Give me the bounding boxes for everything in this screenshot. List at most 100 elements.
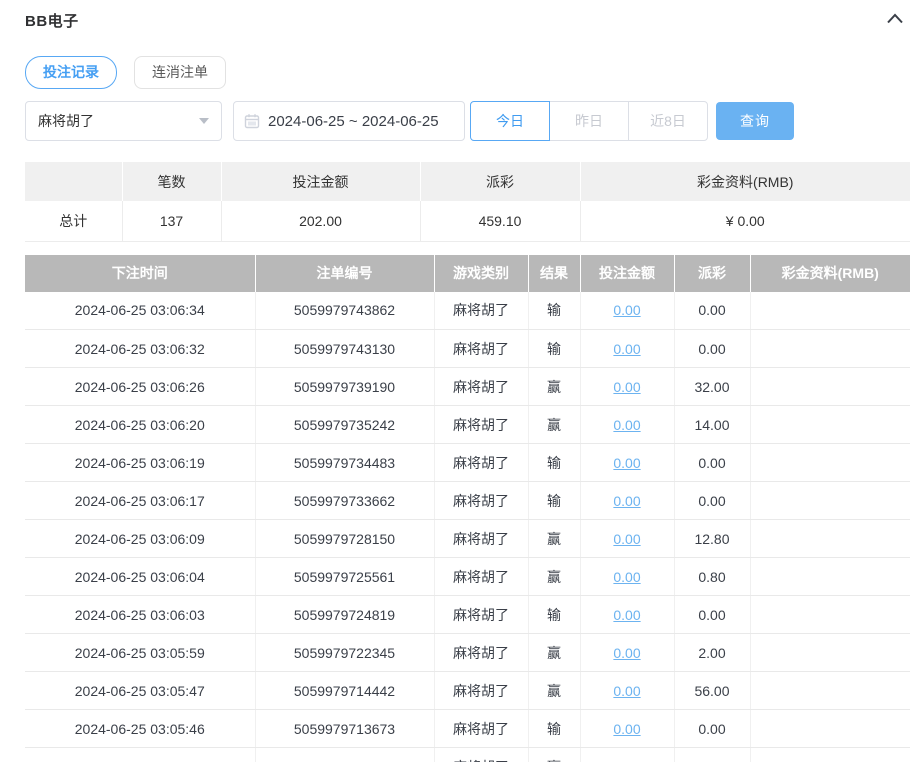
cell-game: 麻将胡了 xyxy=(434,405,529,444)
cell-time: 2024-06-25 03:06:32 xyxy=(25,329,256,368)
tab-cancelled-orders[interactable]: 连消注单 xyxy=(134,56,226,89)
cell-time: 2024-06-25 03:06:19 xyxy=(25,443,256,482)
range-yesterday-button[interactable]: 昨日 xyxy=(549,101,629,141)
table-row: 2024-06-25 03:06:17 5059979733662 麻将胡了 输… xyxy=(25,481,910,520)
cell-order-no: 5059979735242 xyxy=(255,405,435,444)
summary-total-label: 总计 xyxy=(25,201,123,242)
table-row: 2024-06-25 03:05:59 5059979722345 麻将胡了 赢… xyxy=(25,633,910,672)
cell-payout: 0.80 xyxy=(674,557,751,596)
bet-amount-link[interactable]: 0.00 xyxy=(613,569,640,585)
cell-order-no: 5059979734483 xyxy=(255,443,435,482)
range-today-button[interactable]: 今日 xyxy=(470,101,550,141)
cell-payout: 0.00 xyxy=(674,481,751,520)
cell-time: 2024-06-25 03:05:46 xyxy=(25,709,256,748)
bet-amount-link[interactable]: 0.00 xyxy=(613,531,640,547)
cell-order-no: 5059979714442 xyxy=(255,671,435,710)
records-header-game: 游戏类别 xyxy=(434,254,529,292)
cell-game: 麻将胡了 xyxy=(434,519,529,558)
records-header-time: 下注时间 xyxy=(25,254,256,292)
cell-game: 麻将胡了 xyxy=(434,557,529,596)
cell-jackpot xyxy=(750,481,910,520)
bet-amount-link[interactable]: 0.00 xyxy=(613,493,640,509)
cell-payout: 14.00 xyxy=(674,405,751,444)
cell-game: 麻将胡了 xyxy=(434,595,529,634)
date-range-input[interactable]: 2024-06-25 ~ 2024-06-25 xyxy=(233,101,465,141)
cell-order-no: 5059979713673 xyxy=(255,709,435,748)
bet-amount-link[interactable]: 0.00 xyxy=(613,341,640,357)
cell-game: 麻将胡了 xyxy=(434,709,529,748)
cell-payout: 0.00 xyxy=(674,709,751,748)
table-row: 2024-06-25 03:06:03 5059979724819 麻将胡了 输… xyxy=(25,595,910,634)
summary-header-row: 笔数 投注金额 派彩 彩金资料(RMB) xyxy=(25,162,910,201)
panel-title: BB电子 xyxy=(25,13,79,30)
cell-game: 麻将胡了 xyxy=(434,633,529,672)
cell-time: 2024-06-25 03:06:09 xyxy=(25,519,256,558)
tab-bet-records[interactable]: 投注记录 xyxy=(25,56,117,89)
cell-game: 麻将胡了 xyxy=(434,481,529,520)
cell-time: 2024-06-25 03:05:59 xyxy=(25,633,256,672)
range-last8days-button[interactable]: 近8日 xyxy=(628,101,708,141)
cell-time: 2024-06-25 03:06:03 xyxy=(25,595,256,634)
bet-amount-link[interactable]: 0.00 xyxy=(613,302,640,318)
records-header-jackpot: 彩金资料(RMB) xyxy=(750,254,910,292)
cell-result: 输 xyxy=(528,481,581,520)
cell-time: 2024-06-25 03:06:17 xyxy=(25,481,256,520)
summary-table: 笔数 投注金额 派彩 彩金资料(RMB) 总计 137 202.00 459.1… xyxy=(25,162,910,242)
cell-time: 2024-06-25 03:06:34 xyxy=(25,291,256,330)
bet-amount-link[interactable]: 0.00 xyxy=(613,417,640,433)
cell-payout: 56.00 xyxy=(674,671,751,710)
cell-order-no: 5059979743130 xyxy=(255,329,435,368)
cell-game: 麻将胡了 xyxy=(434,291,529,330)
bet-amount-link[interactable]: 0.00 xyxy=(613,607,640,623)
panel-header: BB电子 xyxy=(0,0,918,32)
cell-payout: 12.80 xyxy=(674,519,751,558)
records-header-payout: 派彩 xyxy=(674,254,751,292)
cell-order-no: 5059979725561 xyxy=(255,557,435,596)
cell-time: 2024-06-25 03:05:37 xyxy=(25,747,256,762)
table-row: 2024-06-25 03:06:19 5059979734483 麻将胡了 输… xyxy=(25,443,910,482)
cell-result: 赢 xyxy=(528,747,581,762)
cell-payout: 0.00 xyxy=(674,291,751,330)
cell-order-no: 5059979733662 xyxy=(255,481,435,520)
cell-result: 输 xyxy=(528,595,581,634)
cell-game: 麻将胡了 xyxy=(434,671,529,710)
records-header-bet: 投注金额 xyxy=(580,254,675,292)
cell-jackpot xyxy=(750,405,910,444)
cell-payout: 2.00 xyxy=(674,633,751,672)
cell-result: 赢 xyxy=(528,557,581,596)
bet-amount-link[interactable]: 0.00 xyxy=(613,645,640,661)
cell-result: 输 xyxy=(528,329,581,368)
table-row: 2024-06-25 03:06:09 5059979728150 麻将胡了 赢… xyxy=(25,519,910,558)
cell-result: 输 xyxy=(528,709,581,748)
summary-header-count: 笔数 xyxy=(122,162,222,201)
bet-amount-link[interactable]: 0.00 xyxy=(613,379,640,395)
cell-result: 赢 xyxy=(528,671,581,710)
table-row: 2024-06-25 03:06:34 5059979743862 麻将胡了 输… xyxy=(25,291,910,330)
cell-order-no: 5059979708152 xyxy=(255,747,435,762)
cell-time: 2024-06-25 03:05:47 xyxy=(25,671,256,710)
game-select[interactable]: 麻将胡了 xyxy=(25,101,222,141)
summary-total-bet-amount: 202.00 xyxy=(221,201,421,242)
bet-amount-link[interactable]: 0.00 xyxy=(613,759,640,762)
summary-header-payout: 派彩 xyxy=(420,162,581,201)
cell-jackpot xyxy=(750,557,910,596)
bet-amount-link[interactable]: 0.00 xyxy=(613,721,640,737)
filter-bar: 麻将胡了 2024-06-25 ~ 2024-06-25 今日 昨日 近8日 查… xyxy=(0,89,918,141)
summary-total-count: 137 xyxy=(122,201,222,242)
table-row: 2024-06-25 03:05:46 5059979713673 麻将胡了 输… xyxy=(25,709,910,748)
chevron-down-icon xyxy=(199,118,209,124)
cell-jackpot xyxy=(750,671,910,710)
summary-total-row: 总计 137 202.00 459.10 ¥ 0.00 xyxy=(25,201,910,242)
search-button[interactable]: 查询 xyxy=(716,102,794,140)
collapse-chevron-up-icon[interactable] xyxy=(884,10,906,32)
bet-amount-link[interactable]: 0.00 xyxy=(613,455,640,471)
date-range-value: 2024-06-25 ~ 2024-06-25 xyxy=(268,112,439,130)
cell-result: 赢 xyxy=(528,633,581,672)
cell-payout: 0.00 xyxy=(674,595,751,634)
bet-amount-link[interactable]: 0.00 xyxy=(613,683,640,699)
cell-order-no: 5059979739190 xyxy=(255,367,435,406)
cell-jackpot xyxy=(750,443,910,482)
game-select-value: 麻将胡了 xyxy=(38,113,94,129)
records-header-result: 结果 xyxy=(528,254,581,292)
cell-time: 2024-06-25 03:06:04 xyxy=(25,557,256,596)
